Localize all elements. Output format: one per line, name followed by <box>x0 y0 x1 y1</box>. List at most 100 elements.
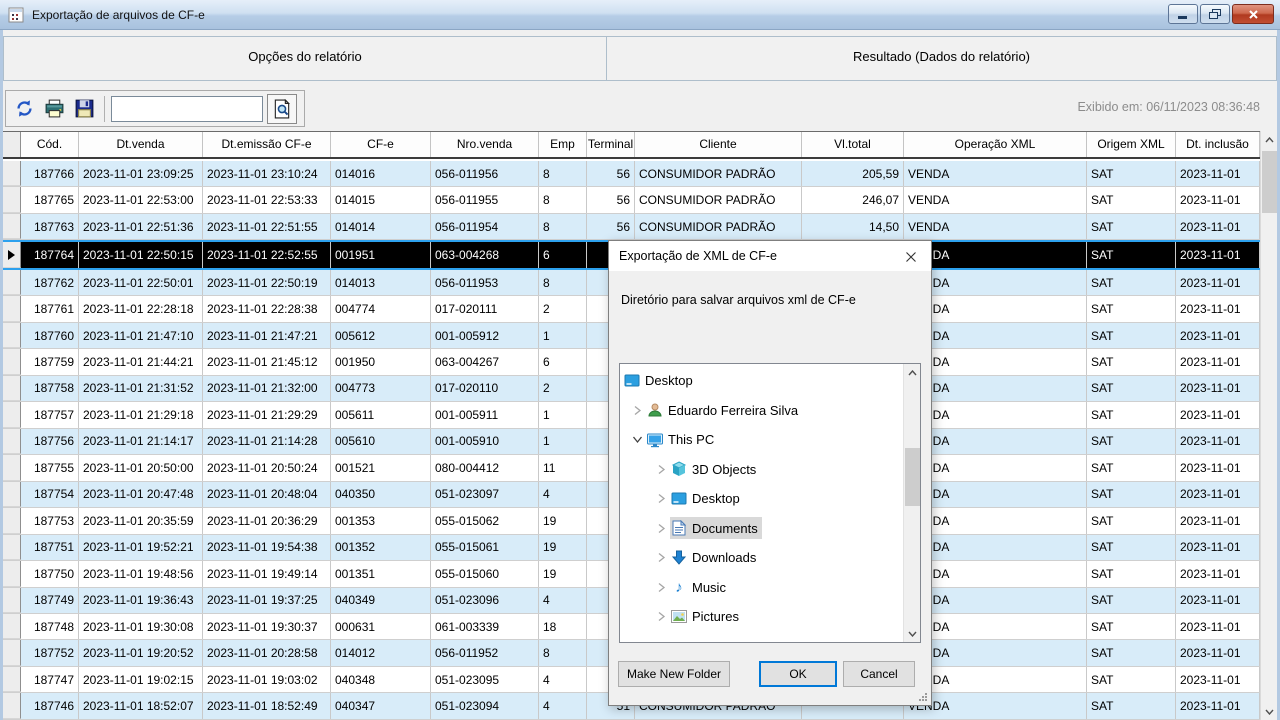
restore-button[interactable] <box>1200 4 1230 24</box>
column-header-terminal[interactable]: Terminal <box>587 132 635 157</box>
cancel-button[interactable]: Cancel <box>843 661 915 687</box>
column-header-operacao-xml[interactable]: Operação XML <box>904 132 1087 157</box>
ok-button[interactable]: OK <box>759 661 837 687</box>
column-header-emp[interactable]: Emp <box>539 132 587 157</box>
cell-operacao-xml: VENDA <box>904 161 1087 186</box>
row-indicator <box>3 214 21 239</box>
cell-origem-xml: SAT <box>1087 242 1176 267</box>
cell-origem-xml: SAT <box>1087 296 1176 321</box>
tree-scroll-thumb[interactable] <box>905 448 920 506</box>
tree-item-eduardo-ferreira-silva[interactable]: Eduardo Ferreira Silva <box>620 396 903 426</box>
column-header-dt-venda[interactable]: Dt.venda <box>79 132 203 157</box>
cell-dt-emissao: 2023-11-01 21:45:12 <box>203 349 331 374</box>
cell-dt-venda: 2023-11-01 21:47:10 <box>79 323 203 348</box>
column-header-dt-emissao[interactable]: Dt.emissão CF-e <box>203 132 331 157</box>
folder-tree: DesktopEduardo Ferreira SilvaThis PC3D O… <box>620 366 903 642</box>
chevron-right-icon[interactable] <box>652 550 670 566</box>
tree-scroll-down-button[interactable] <box>904 625 921 642</box>
tree-item-pictures[interactable]: Pictures <box>620 602 903 632</box>
cell-dt-venda: 2023-11-01 19:30:08 <box>79 614 203 639</box>
column-header-dt-inclusao[interactable]: Dt. inclusão <box>1176 132 1260 157</box>
cell-origem-xml: SAT <box>1087 614 1176 639</box>
cell-dt-inclusao: 2023-11-01 <box>1176 588 1260 613</box>
save-button[interactable] <box>72 97 96 121</box>
cell-cod: 187763 <box>21 214 79 239</box>
scroll-thumb[interactable] <box>1262 151 1277 213</box>
tab-resultado-relatorio[interactable]: Resultado (Dados do relatório) <box>606 36 1277 81</box>
chevron-right-icon[interactable] <box>652 491 670 507</box>
cell-dt-venda: 2023-11-01 21:31:52 <box>79 376 203 401</box>
pictures-icon <box>670 609 688 625</box>
tree-item-3d-objects[interactable]: 3D Objects <box>620 455 903 485</box>
refresh-button[interactable] <box>12 97 36 121</box>
make-new-folder-button[interactable]: Make New Folder <box>618 661 730 687</box>
tree-scrollbar[interactable] <box>903 364 920 642</box>
cell-cf-e: 000631 <box>331 614 431 639</box>
column-header-nro-venda[interactable]: Nro.venda <box>431 132 539 157</box>
table-row[interactable]: 1877632023-11-01 22:51:362023-11-01 22:5… <box>3 214 1260 240</box>
cell-dt-inclusao: 2023-11-01 <box>1176 349 1260 374</box>
cell-dt-inclusao: 2023-11-01 <box>1176 693 1260 718</box>
tree-item-content: Pictures <box>670 606 743 628</box>
tree-item-label: Desktop <box>688 491 744 506</box>
print-button[interactable] <box>42 97 66 121</box>
cell-cod: 187765 <box>21 187 79 212</box>
tree-item-this-pc[interactable]: This PC <box>620 425 903 455</box>
cell-dt-inclusao: 2023-11-01 <box>1176 535 1260 560</box>
column-header-origem-xml[interactable]: Origem XML <box>1087 132 1176 157</box>
cell-origem-xml: SAT <box>1087 561 1176 586</box>
chevron-right-icon[interactable] <box>652 520 670 536</box>
resize-grip-icon[interactable] <box>918 692 928 702</box>
cell-cod: 187748 <box>21 614 79 639</box>
cell-cf-e: 001950 <box>331 349 431 374</box>
desktop-icon <box>670 491 688 507</box>
table-row[interactable]: 1877652023-11-01 22:53:002023-11-01 22:5… <box>3 187 1260 213</box>
objects-3d-icon <box>670 461 688 477</box>
cell-origem-xml: SAT <box>1087 455 1176 480</box>
tree-item-desktop[interactable]: Desktop <box>620 366 903 396</box>
column-header-vl-total[interactable]: Vl.total <box>802 132 904 157</box>
chevron-right-icon[interactable] <box>652 609 670 625</box>
cell-dt-inclusao: 2023-11-01 <box>1176 187 1260 212</box>
tab-resultado-label: Resultado (Dados do relatório) <box>853 49 1030 64</box>
grid-vertical-scrollbar[interactable] <box>1260 131 1277 720</box>
tree-item-downloads[interactable]: Downloads <box>620 543 903 573</box>
cell-cf-e: 014016 <box>331 161 431 186</box>
cell-emp: 18 <box>539 614 587 639</box>
column-header-cod[interactable]: Cód. <box>21 132 79 157</box>
filter-input[interactable] <box>111 96 263 122</box>
column-header-cf-e[interactable]: CF-e <box>331 132 431 157</box>
chevron-down-icon[interactable] <box>628 432 646 448</box>
cell-emp: 1 <box>539 323 587 348</box>
tree-scroll-up-button[interactable] <box>904 364 921 381</box>
cell-nro-venda: 056-011953 <box>431 270 539 295</box>
cell-nro-venda: 056-011954 <box>431 214 539 239</box>
cell-nro-venda: 056-011952 <box>431 640 539 665</box>
cell-dt-emissao: 2023-11-01 19:03:02 <box>203 667 331 692</box>
chevron-right-icon[interactable] <box>652 461 670 477</box>
cell-emp: 6 <box>539 242 587 267</box>
tree-item-documents[interactable]: Documents <box>620 514 903 544</box>
tree-item-music[interactable]: ♪Music <box>620 573 903 603</box>
cell-cf-e: 014014 <box>331 214 431 239</box>
cell-emp: 19 <box>539 561 587 586</box>
tab-opcoes-label: Opções do relatório <box>248 49 361 64</box>
chevron-right-icon[interactable] <box>628 402 646 418</box>
cell-origem-xml: SAT <box>1087 588 1176 613</box>
chevron-right-icon[interactable] <box>652 579 670 595</box>
tab-opcoes-relatorio[interactable]: Opções do relatório <box>3 36 607 81</box>
cell-dt-inclusao: 2023-11-01 <box>1176 640 1260 665</box>
column-header-cliente[interactable]: Cliente <box>635 132 802 157</box>
tree-item-desktop[interactable]: Desktop <box>620 484 903 514</box>
dialog-close-icon[interactable] <box>901 247 921 267</box>
scroll-down-button[interactable] <box>1261 703 1278 720</box>
table-row[interactable]: 1877662023-11-01 23:09:252023-11-01 23:1… <box>3 161 1260 187</box>
cell-dt-inclusao: 2023-11-01 <box>1176 242 1260 267</box>
cell-dt-emissao: 2023-11-01 21:47:21 <box>203 323 331 348</box>
minimize-button[interactable] <box>1168 4 1198 24</box>
row-indicator <box>3 242 21 267</box>
scroll-up-button[interactable] <box>1261 131 1278 148</box>
cell-emp: 11 <box>539 455 587 480</box>
close-button[interactable] <box>1232 4 1274 24</box>
preview-button[interactable] <box>267 94 297 124</box>
